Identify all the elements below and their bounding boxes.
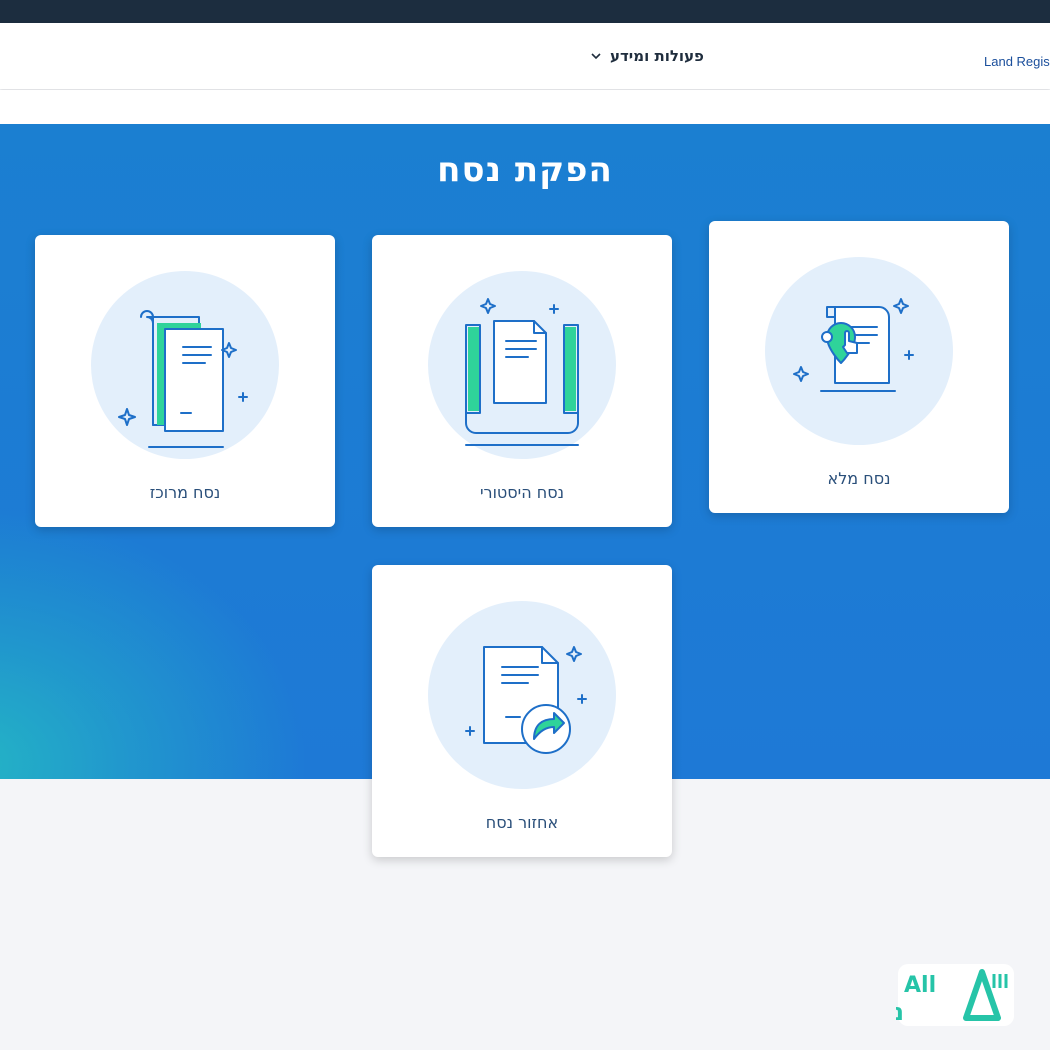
card-label: נסח מלא xyxy=(827,469,891,488)
retrieve-document-icon xyxy=(465,646,587,754)
card-label: אחזור נסח xyxy=(485,813,559,832)
card-icon-circle xyxy=(428,271,616,459)
full-document-location-icon xyxy=(793,298,914,392)
page-title: הפקת נסח xyxy=(437,150,613,190)
card-icon-circle xyxy=(91,271,279,459)
historical-scroll-icon xyxy=(465,298,579,446)
actions-info-menu[interactable]: פעולות ומידע xyxy=(590,45,704,67)
card-icon-circle xyxy=(765,257,953,445)
card-historical-extract[interactable]: נסח היסטורי xyxy=(372,235,672,527)
consolidated-document-icon xyxy=(118,310,248,448)
card-full-extract[interactable]: נסח מלא xyxy=(709,221,1009,513)
navbar: פעולות ומידע Land Regis xyxy=(0,23,1050,89)
card-icon-circle xyxy=(428,601,616,789)
sub-bar xyxy=(0,90,1050,124)
card-label: נסח מרוכז xyxy=(149,483,221,502)
chevron-down-icon xyxy=(591,53,601,60)
svg-text:נדלן: נדלן xyxy=(896,998,904,1026)
card-label: נסח היסטורי xyxy=(479,483,565,502)
card-retrieve-extract[interactable]: אחזור נסח xyxy=(372,565,672,857)
brand-link[interactable]: Land Regis xyxy=(984,54,1050,78)
all-nadlan-logo: All נדלן xyxy=(896,964,1014,1026)
top-bar xyxy=(0,0,1050,23)
svg-text:All: All xyxy=(904,973,936,998)
card-consolidated-extract[interactable]: נסח מרוכז xyxy=(35,235,335,527)
actions-info-menu-label: פעולות ומידע xyxy=(610,47,704,65)
